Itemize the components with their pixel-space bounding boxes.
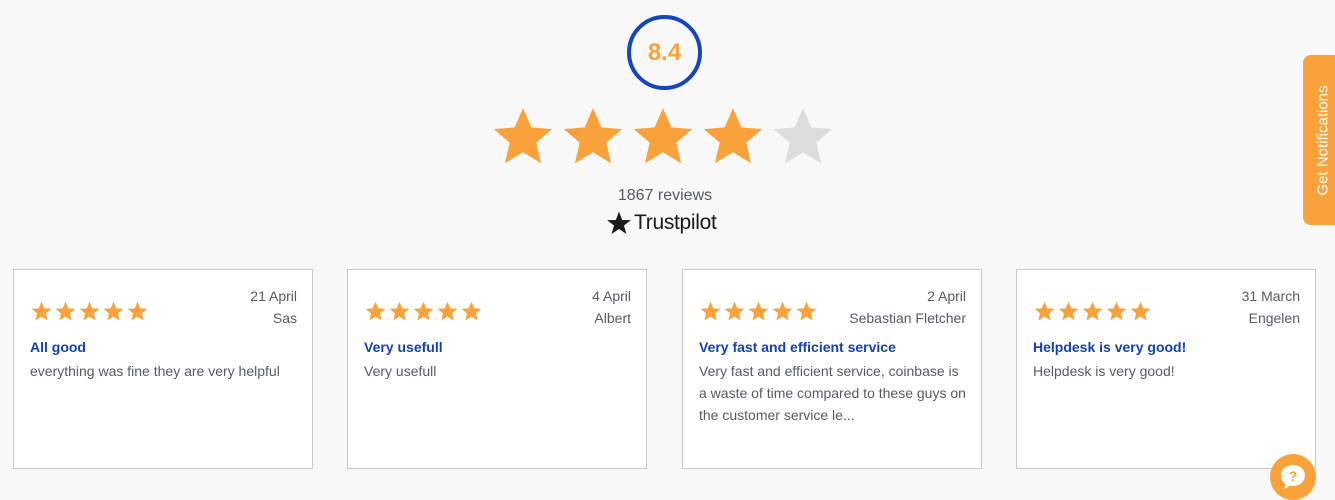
review-date: 2 April xyxy=(927,288,966,304)
review-card[interactable]: 2 April Sebastian Fletcher Very fast and e… xyxy=(682,269,982,469)
review-card[interactable]: 31 March Engelen Helpdesk is very good! Hel… xyxy=(1016,269,1316,469)
star-filled-icon xyxy=(1058,301,1079,321)
trustpilot-star-icon xyxy=(607,211,631,235)
star-filled-icon xyxy=(1034,301,1055,321)
star-filled-icon xyxy=(389,301,410,321)
review-title[interactable]: Very fast and efficient service xyxy=(699,339,896,355)
star-filled-icon xyxy=(461,301,482,321)
review-stars xyxy=(364,300,483,323)
star-filled-icon xyxy=(1130,301,1151,321)
question-mark-icon: ? xyxy=(1281,465,1305,489)
reviews-count: 1867 reviews xyxy=(617,187,713,204)
review-author: Sas xyxy=(272,310,297,326)
star-filled-icon xyxy=(633,108,693,164)
star-filled-icon xyxy=(493,108,553,164)
review-body: Very usefull xyxy=(364,363,437,379)
trustpilot-wordmark: Trustpilot xyxy=(634,211,717,234)
review-stars xyxy=(1033,300,1152,323)
rating-score-circle: 8.4 xyxy=(627,15,702,90)
star-filled-icon xyxy=(413,301,434,321)
review-author: Albert xyxy=(594,310,631,326)
review-stars xyxy=(30,300,149,323)
review-stars xyxy=(699,300,818,323)
get-notifications-label: Get Notifications xyxy=(1314,84,1332,196)
review-body: Very fast and efficient service, coinbas… xyxy=(699,363,966,423)
review-card[interactable]: 4 April Albert Very usefull Very usefull xyxy=(347,269,647,469)
star-filled-icon xyxy=(703,108,763,164)
star-filled-icon xyxy=(1082,301,1103,321)
review-body: everything was fine they are very helpfu… xyxy=(30,363,280,379)
review-date: 21 April xyxy=(250,288,297,304)
star-filled-icon xyxy=(127,301,148,321)
star-empty-icon xyxy=(773,108,833,164)
star-filled-icon xyxy=(437,301,458,321)
star-filled-icon xyxy=(79,301,100,321)
get-notifications-tab[interactable]: Get Notifications xyxy=(1303,55,1335,225)
rating-stars xyxy=(489,103,837,171)
review-author: Sebastian Fletcher xyxy=(849,310,966,326)
review-title[interactable]: All good xyxy=(30,339,86,355)
trustpilot-logo[interactable]: Trustpilot xyxy=(606,210,717,236)
review-title[interactable]: Very usefull xyxy=(364,339,443,355)
star-filled-icon xyxy=(31,301,52,321)
star-filled-icon xyxy=(1106,301,1127,321)
star-filled-icon xyxy=(796,301,817,321)
star-filled-icon xyxy=(772,301,793,321)
rating-score: 8.4 xyxy=(647,38,682,66)
review-card[interactable]: 21 April Sas All good everything was fine t… xyxy=(13,269,313,469)
star-filled-icon xyxy=(103,301,124,321)
help-chat-button[interactable]: ? xyxy=(1270,454,1316,500)
star-filled-icon xyxy=(748,301,769,321)
review-date: 31 March xyxy=(1241,288,1300,304)
review-body: Helpdesk is very good! xyxy=(1033,363,1175,379)
star-filled-icon xyxy=(365,301,386,321)
star-filled-icon xyxy=(724,301,745,321)
svg-text:?: ? xyxy=(1289,468,1298,484)
star-filled-icon xyxy=(700,301,721,321)
star-filled-icon xyxy=(563,108,623,164)
review-author: Engelen xyxy=(1248,310,1300,326)
review-date: 4 April xyxy=(592,288,631,304)
review-title[interactable]: Helpdesk is very good! xyxy=(1033,339,1186,355)
star-filled-icon xyxy=(55,301,76,321)
